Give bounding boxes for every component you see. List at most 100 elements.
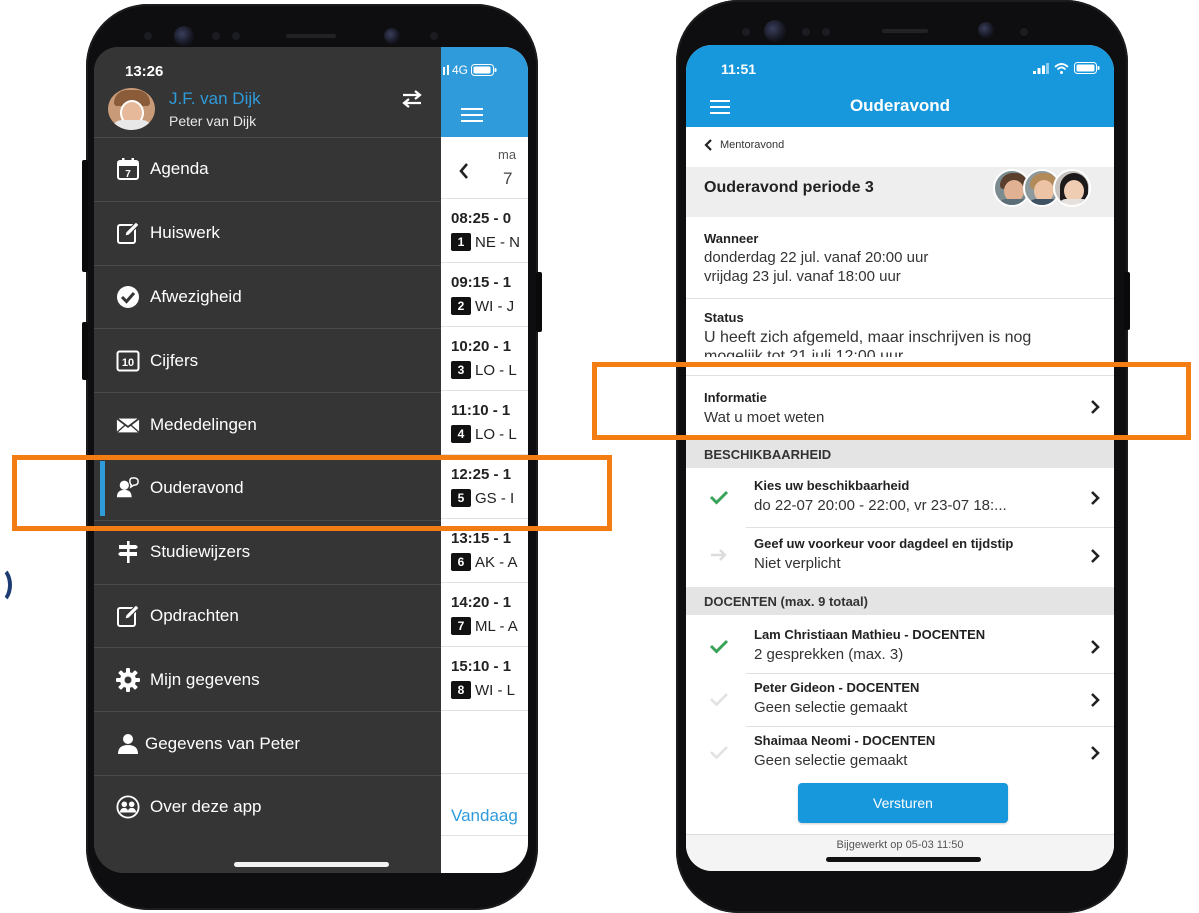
- today-link[interactable]: Vandaag: [451, 806, 518, 826]
- person-icon: [116, 732, 140, 756]
- chevron-right-icon[interactable]: [1089, 692, 1101, 707]
- slot-time: 11:10 - 1: [451, 402, 511, 419]
- people-circle-icon: [116, 795, 140, 819]
- agenda-slot[interactable]: 11:10 - 1 4 LO - L: [441, 391, 528, 455]
- period-number: 2: [451, 297, 471, 315]
- sidebar-item-gegevens-van-peter[interactable]: Gegevens van Peter: [94, 711, 441, 775]
- agenda-menu-icon[interactable]: [461, 108, 483, 126]
- slot-subject: AK - A: [475, 553, 518, 571]
- gear-icon: [116, 667, 140, 692]
- slot-subject-row: 4 LO - L: [451, 425, 517, 443]
- chevron-right-icon[interactable]: [1089, 491, 1101, 505]
- sidebar-item-agenda[interactable]: 7 Agenda: [94, 137, 441, 201]
- sensor-dot: [742, 28, 750, 36]
- chevron-left-icon[interactable]: [459, 163, 469, 179]
- highlight-ouderavond-menu: [12, 455, 612, 531]
- period-number: 1: [451, 233, 471, 251]
- slot-subject-row: 8 WI - L: [451, 681, 515, 699]
- sidebar-item-opdrachten[interactable]: Opdrachten: [94, 583, 441, 648]
- network-label: 4G: [452, 63, 469, 77]
- wifi-icon: [1054, 62, 1069, 74]
- sensor-dot: [822, 28, 830, 36]
- slot-subject-row: 1 NE - N: [451, 233, 520, 251]
- sidebar-item-label: Opdrachten: [150, 605, 239, 625]
- status-icons: 4G: [435, 63, 497, 77]
- list-item[interactable]: Kies uw beschikbaarheid do 22-07 20:00 - …: [686, 469, 1114, 527]
- section-header: Ouderavond periode 3: [686, 167, 1114, 217]
- agenda-slot[interactable]: 15:10 - 1 8 WI - L: [441, 647, 528, 711]
- agenda-header: 4G: [435, 47, 528, 137]
- slot-subject-row: 6 AK - A: [451, 553, 518, 571]
- slot-time: 10:20 - 1: [451, 338, 512, 355]
- breadcrumb[interactable]: Mentoravond: [704, 139, 784, 151]
- teachers-group-header: DOCENTEN (max. 9 totaal): [686, 587, 1114, 615]
- footer: Bijgewerkt op 05-03 11:50: [686, 834, 1114, 871]
- slot-subject: LO - L: [475, 425, 517, 443]
- sidebar-item-afwezigheid[interactable]: Afwezigheid: [94, 264, 441, 329]
- sensor-dot: [144, 32, 152, 40]
- period-number: 4: [451, 425, 471, 443]
- row-title: Shaimaa Neomi - DOCENTEN: [754, 732, 936, 748]
- slot-subject: LO - L: [475, 361, 517, 379]
- row-title: Lam Christiaan Mathieu - DOCENTEN: [754, 626, 986, 642]
- avatar[interactable]: [108, 88, 155, 130]
- chevron-left-icon[interactable]: [704, 139, 712, 151]
- send-button[interactable]: Versturen: [798, 783, 1008, 823]
- sidebar-item-mededelingen[interactable]: Mededelingen: [94, 392, 441, 456]
- agenda-slot[interactable]: 08:25 - 0 1 NE - N: [441, 199, 528, 263]
- sidebar-item-label: Gegevens van Peter: [145, 733, 300, 753]
- home-indicator: [826, 857, 981, 862]
- agenda-slot[interactable]: 09:15 - 1 2 WI - J: [441, 263, 528, 327]
- breadcrumb-label[interactable]: Mentoravond: [720, 139, 784, 151]
- user-display-name[interactable]: J.F. van Dijk: [169, 89, 261, 109]
- agenda-day-bar: ma 7: [441, 137, 528, 199]
- slot-time: 14:20 - 1: [451, 594, 512, 611]
- sidebar-item-label: Agenda: [150, 159, 209, 179]
- group-label: BESCHIKBAARHEID: [704, 447, 832, 462]
- sidebar-item-label: Over deze app: [150, 797, 262, 817]
- page-title: Ouderavond: [849, 96, 951, 115]
- row-title: Geef uw voorkeur voor dagdeel en tijdsti…: [754, 536, 1014, 551]
- sidebar-item-over-deze-app[interactable]: Over deze app: [94, 774, 441, 839]
- status-line: U heeft zich afgemeld, maar inschrijven …: [704, 329, 1032, 346]
- sensor-dot: [212, 32, 220, 40]
- status-label: Status: [704, 310, 744, 325]
- sensor-dot: [1020, 28, 1028, 36]
- agenda-slot[interactable]: 14:20 - 1 7 ML - A: [441, 583, 528, 647]
- power-button: [536, 272, 542, 332]
- row-subtitle: do 22-07 20:00 - 22:00, vr 23-07 18:...: [754, 497, 1007, 514]
- row-subtitle: 2 gesprekken (max. 3): [754, 645, 904, 663]
- chevron-right-icon[interactable]: [1089, 745, 1101, 760]
- power-button: [1124, 272, 1130, 330]
- edit-icon: [116, 604, 140, 628]
- arrow-right-icon: [711, 549, 727, 561]
- list-item[interactable]: Geef uw voorkeur voor dagdeel en tijdsti…: [686, 527, 1114, 585]
- switch-account-icon[interactable]: [400, 90, 424, 108]
- last-updated-text: Bijgewerkt op 05-03 11:50: [836, 839, 964, 851]
- list-item[interactable]: Peter Gideon - DOCENTEN Geen selectie gem…: [686, 673, 1114, 726]
- camera-lens: [174, 26, 194, 46]
- status-time: 11:51: [721, 61, 757, 77]
- sidebar-item-cijfers[interactable]: 10 Cijfers: [94, 328, 441, 392]
- row-title: Kies uw beschikbaarheid: [754, 478, 910, 493]
- participant-avatars: [993, 169, 1093, 209]
- chevron-right-icon[interactable]: [1089, 549, 1101, 563]
- check-icon: [710, 692, 728, 706]
- when-line: donderdag 22 jul. vanaf 20:00 uur: [704, 249, 929, 266]
- svg-text:7: 7: [125, 169, 131, 180]
- sidebar-item-label: Afwezigheid: [150, 286, 242, 306]
- slot-time: 13:15 - 1: [451, 530, 512, 547]
- chevron-right-icon[interactable]: [1089, 639, 1101, 654]
- sensor-dot: [802, 28, 810, 36]
- sidebar-item-huiswerk[interactable]: Huiswerk: [94, 200, 441, 265]
- sensor-dot: [232, 32, 240, 40]
- list-item[interactable]: Lam Christiaan Mathieu - DOCENTEN 2 gespr…: [686, 620, 1114, 673]
- day-label: ma: [498, 147, 517, 162]
- sidebar-item-label: Mijn gegevens: [150, 669, 260, 689]
- highlight-informatie-row: [592, 362, 1191, 440]
- list-item[interactable]: Shaimaa Neomi - DOCENTEN Geen selectie ge…: [686, 726, 1114, 779]
- sidebar-item-label: Mededelingen: [150, 414, 257, 434]
- agenda-slot[interactable]: 10:20 - 1 3 LO - L: [441, 327, 528, 391]
- sidebar-item-mijn-gegevens[interactable]: Mijn gegevens: [94, 647, 441, 711]
- sidebar-item-label: Huiswerk: [150, 223, 220, 243]
